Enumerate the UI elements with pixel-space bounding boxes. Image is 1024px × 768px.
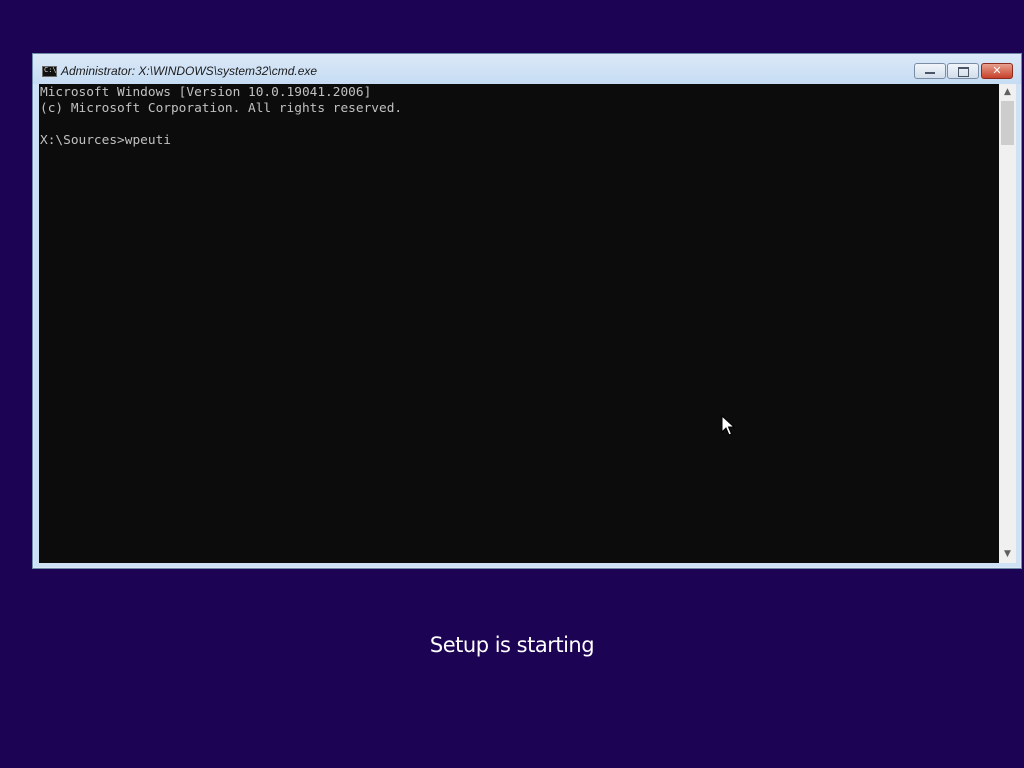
- title-bar[interactable]: C:\ Administrator: X:\WINDOWS\system32\c…: [33, 54, 1021, 84]
- scroll-thumb[interactable]: [1001, 101, 1014, 145]
- console-output[interactable]: Microsoft Windows [Version 10.0.19041.20…: [39, 84, 999, 563]
- cmd-icon[interactable]: C:\: [42, 66, 57, 77]
- scroll-up-arrow-icon[interactable]: ▲: [999, 84, 1016, 101]
- scroll-down-arrow-icon[interactable]: ▼: [999, 546, 1016, 563]
- console-line: Microsoft Windows [Version 10.0.19041.20…: [40, 85, 372, 100]
- close-button[interactable]: ✕: [981, 63, 1013, 79]
- minimize-icon: [925, 72, 935, 74]
- close-icon: ✕: [992, 64, 1002, 77]
- console-text: Microsoft Windows [Version 10.0.19041.20…: [39, 84, 999, 149]
- window-title: Administrator: X:\WINDOWS\system32\cmd.e…: [61, 64, 318, 78]
- maximize-icon: [958, 67, 969, 77]
- setup-status-text: Setup is starting: [429, 633, 595, 657]
- command-prompt-line[interactable]: X:\Sources>wpeuti: [40, 133, 999, 149]
- cmd-window[interactable]: C:\ Administrator: X:\WINDOWS\system32\c…: [32, 53, 1022, 569]
- maximize-button[interactable]: [947, 63, 979, 79]
- minimize-button[interactable]: [914, 63, 946, 79]
- mouse-pointer-icon: [721, 415, 735, 436]
- vertical-scrollbar[interactable]: ▲ ▼: [999, 84, 1016, 563]
- console-line: (c) Microsoft Corporation. All rights re…: [40, 101, 403, 116]
- desktop: C:\ Administrator: X:\WINDOWS\system32\c…: [0, 0, 1024, 768]
